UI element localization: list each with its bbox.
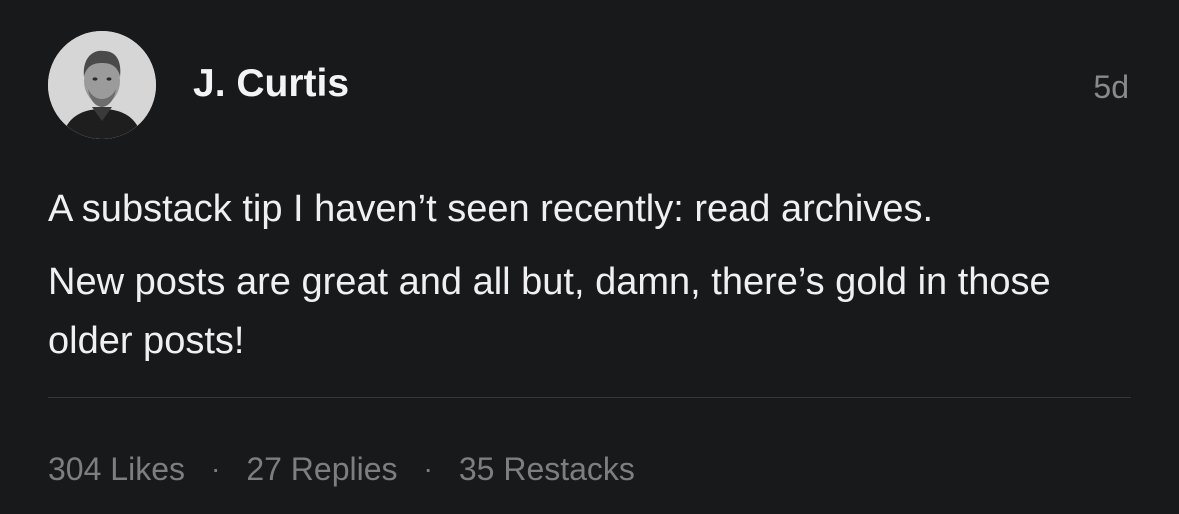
post-timestamp: 5d: [1093, 69, 1129, 105]
likes-count[interactable]: 304 Likes: [48, 448, 185, 490]
replies-count[interactable]: 27 Replies: [246, 448, 397, 490]
author-name[interactable]: J. Curtis: [193, 59, 349, 109]
engagement-stats: 304 Likes · 27 Replies · 35 Restacks: [48, 448, 635, 490]
note-body: A substack tip I haven’t seen recently: …: [48, 180, 1138, 385]
divider: [48, 397, 1131, 398]
note-card: J. Curtis 5d A substack tip I haven’t se…: [0, 0, 1179, 514]
stat-separator: ·: [423, 453, 433, 484]
stat-separator: ·: [210, 453, 221, 484]
author-avatar[interactable]: [48, 31, 156, 139]
profile-photo-icon: [48, 31, 156, 139]
note-paragraph: New posts are great and all but, damn, t…: [48, 261, 1051, 362]
restacks-count[interactable]: 35 Restacks: [459, 448, 635, 490]
note-paragraph: A substack tip I haven’t seen recently: …: [48, 188, 934, 230]
